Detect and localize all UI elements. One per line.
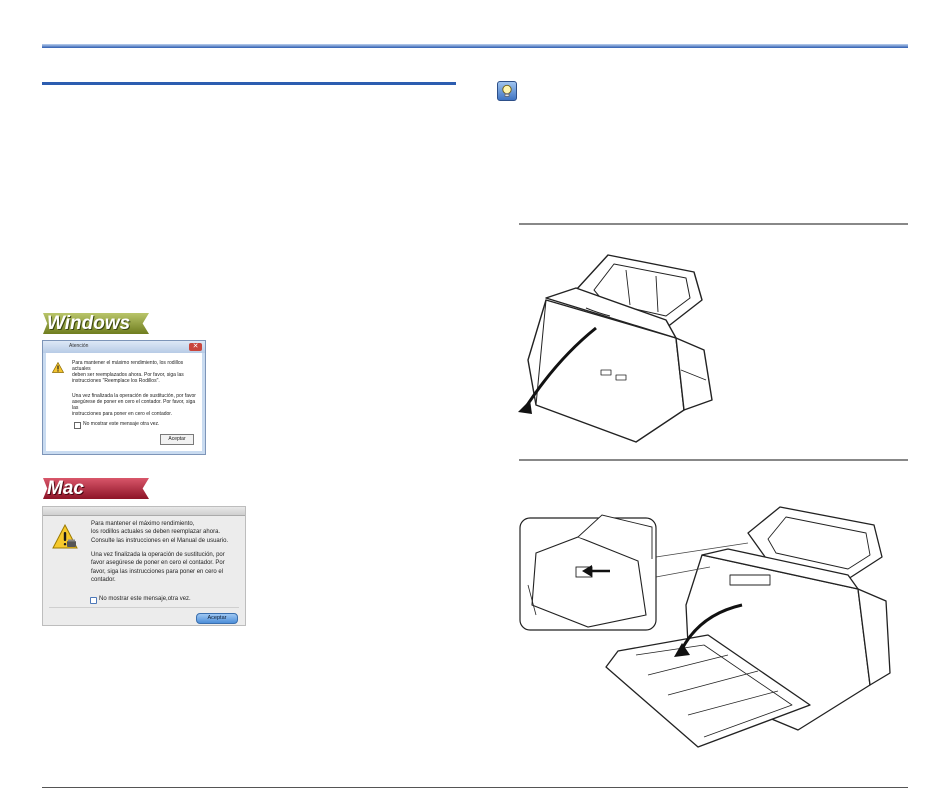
dialog-body: Para mantener el máximo rendimiento, los… <box>46 353 202 451</box>
close-icon[interactable]: ✕ <box>189 343 202 351</box>
step-divider-1 <box>519 223 908 225</box>
footer-rule <box>42 787 908 788</box>
step-divider-2 <box>519 459 908 461</box>
accept-button[interactable]: Aceptar <box>160 434 194 445</box>
scanner-open-cover-illustration <box>518 254 713 443</box>
accept-button[interactable]: Aceptar <box>196 613 238 624</box>
mac-badge: Mac <box>43 478 149 499</box>
scanner-tray-illustration <box>519 506 891 748</box>
dialog-titlebar: Atención ✕ <box>43 341 205 353</box>
checkbox-label: No mostrar este mensaje otra vez. <box>83 421 160 427</box>
section-rule <box>42 82 456 85</box>
dialog-titlebar <box>43 507 245 516</box>
windows-badge-label: Windows <box>47 313 131 334</box>
dialog-message: Para mantener el máximo rendimiento, los… <box>91 521 229 544</box>
dialog-title: Atención <box>69 343 89 349</box>
lightbulb-icon <box>497 81 517 101</box>
dialog-detail: Una vez finalizada la operación de susti… <box>91 552 225 583</box>
windows-warning-dialog: Atención ✕ Para mantener el máximo rendi… <box>42 340 206 455</box>
dont-show-again-checkbox[interactable] <box>74 422 81 429</box>
dialog-message: Para mantener el máximo rendimiento, los… <box>72 360 184 384</box>
mac-warning-dialog: Para mantener el máximo rendimiento, los… <box>42 506 246 626</box>
windows-badge: Windows <box>43 313 149 334</box>
dialog-divider <box>49 607 239 608</box>
mac-badge-label: Mac <box>47 478 84 499</box>
dont-show-again-checkbox[interactable] <box>90 597 97 604</box>
warning-triangle-icon <box>52 362 64 373</box>
warning-triangle-icon <box>52 524 78 549</box>
dialog-detail: Una vez finalizada la operación de susti… <box>72 393 196 417</box>
checkbox-label: No mostrar este mensaje,otra vez. <box>99 596 191 602</box>
header-rule <box>42 44 908 48</box>
